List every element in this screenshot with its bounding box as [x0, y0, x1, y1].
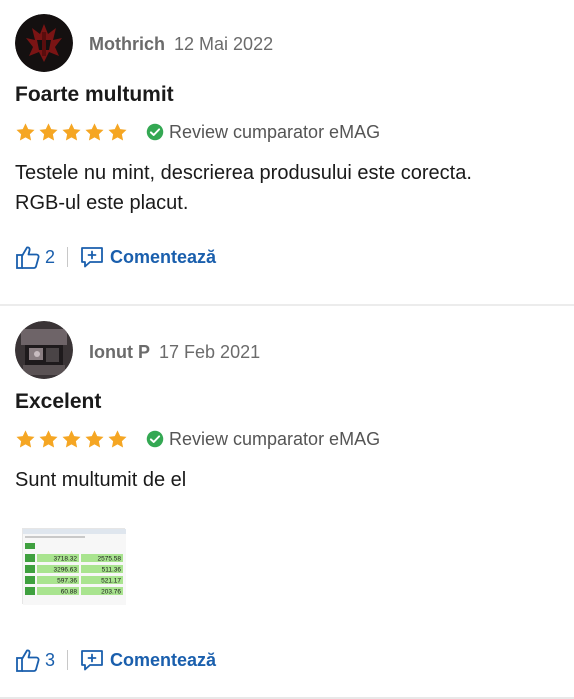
author-name: Ionut P — [89, 342, 150, 362]
star-icon — [85, 429, 104, 447]
review-body-line: RGB-ul este placut. — [15, 192, 189, 214]
verified-badge: Review cumparator eMAG — [146, 122, 380, 143]
star-icon — [108, 122, 127, 140]
star-icon — [39, 122, 58, 140]
horde-emblem-icon — [15, 14, 73, 72]
review-body: Sunt multumit de el — [15, 465, 560, 495]
star-rating — [15, 429, 128, 450]
star-icon — [16, 429, 35, 447]
benchmark-screenshot: 3718.32 2575.58 3296.63 511.36 597.36 521.17 6… — [23, 529, 126, 605]
review-actions: 2 Comentează — [15, 243, 216, 271]
review-body-line: Sunt multumit de el — [15, 469, 187, 491]
bench-write-value: 203.76 — [101, 589, 121, 596]
review-attachment-thumbnail[interactable]: 3718.32 2575.58 3296.63 511.36 597.36 521.17 6… — [22, 528, 126, 605]
bench-read-value: 60.88 — [61, 589, 78, 596]
bench-write-value: 511.36 — [102, 567, 122, 574]
verified-check-icon — [146, 123, 164, 141]
like-count: 3 — [45, 649, 56, 670]
star-icon — [62, 429, 81, 447]
star-icon — [108, 429, 127, 447]
bench-write-value: 2575.58 — [98, 556, 122, 563]
author-row: Mothrich 12 Mai 2022 — [89, 34, 273, 55]
action-divider — [67, 650, 69, 670]
star-icon — [85, 122, 104, 140]
review-date: 17 Feb 2021 — [159, 342, 261, 362]
avatar[interactable] — [15, 14, 73, 72]
review-card: Ionut P 17 Feb 2021 Excelent Review cump… — [0, 306, 574, 699]
bench-write-value: 521.17 — [101, 578, 121, 585]
bench-read-value: 3296.63 — [54, 567, 78, 574]
avatar[interactable] — [15, 321, 73, 379]
review-title: Foarte multumit — [15, 83, 174, 106]
author-row: Ionut P 17 Feb 2021 — [89, 342, 260, 363]
review-body-line: Testele nu mint, descrierea produsului e… — [15, 162, 472, 184]
thumbs-up-icon — [16, 649, 40, 672]
like-count: 2 — [45, 246, 56, 267]
star-icon — [62, 122, 81, 140]
review-actions: 3 Comentează — [15, 646, 216, 674]
add-comment-icon — [81, 650, 103, 671]
review-body: Testele nu mint, descrierea produsului e… — [15, 158, 560, 218]
star-icon — [16, 122, 35, 140]
comment-label: Comentează — [110, 649, 217, 670]
review-title: Excelent — [15, 390, 102, 413]
like-button[interactable]: 2 — [15, 244, 55, 270]
thumbs-up-icon — [16, 246, 40, 269]
comment-button[interactable]: Comentează — [79, 245, 216, 269]
action-divider — [67, 247, 69, 267]
bench-read-value: 597.36 — [57, 578, 77, 585]
rating-row: Review cumparator eMAG — [15, 121, 380, 143]
star-icon — [39, 429, 58, 447]
pc-setup-photo — [15, 321, 73, 379]
verified-label: Review cumparator eMAG — [169, 428, 381, 449]
author-name: Mothrich — [89, 34, 165, 54]
add-comment-icon — [81, 247, 103, 268]
bench-read-value: 3718.32 — [54, 556, 78, 563]
star-rating — [15, 122, 128, 143]
verified-badge: Review cumparator eMAG — [146, 429, 380, 450]
like-button[interactable]: 3 — [15, 647, 55, 673]
rating-row: Review cumparator eMAG — [15, 428, 380, 450]
comment-button[interactable]: Comentează — [79, 648, 216, 672]
verified-check-icon — [146, 430, 164, 448]
review-card: Mothrich 12 Mai 2022 Foarte multumit Rev… — [0, 0, 574, 305]
review-date: 12 Mai 2022 — [174, 34, 274, 54]
verified-label: Review cumparator eMAG — [169, 121, 381, 142]
comment-label: Comentează — [110, 246, 217, 267]
